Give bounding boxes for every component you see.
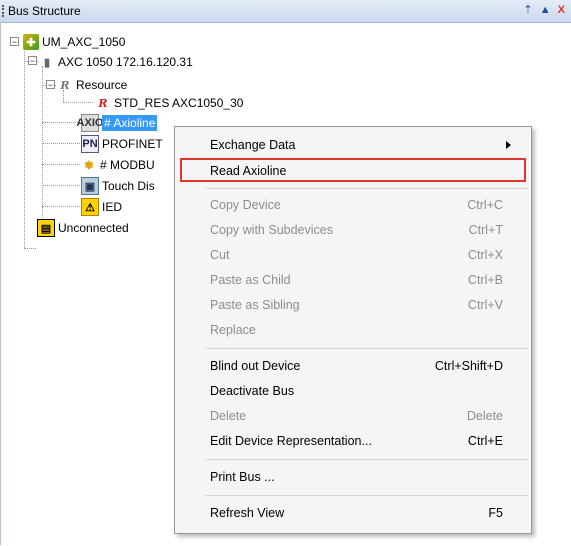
tree-guide	[42, 164, 80, 165]
highlight-annotation	[180, 158, 526, 182]
tree-guide	[42, 122, 80, 123]
tree-guide	[42, 66, 43, 236]
warning-icon: ⚠	[81, 198, 99, 216]
menu-item-label: Copy with Subdevices	[210, 223, 333, 237]
collapse-toggle[interactable]: −	[28, 56, 37, 66]
tree-node-std-res[interactable]: R STD_RES AXC1050_30	[95, 94, 243, 112]
close-icon[interactable]: X	[558, 4, 567, 16]
menu-separator	[205, 348, 528, 349]
menu-item-label: Delete	[210, 409, 247, 423]
tree-node-axioline[interactable]: AXIO # Axioline	[77, 114, 158, 132]
tree-node-label: STD_RES AXC1050_30	[114, 96, 244, 110]
grip-handle[interactable]	[2, 5, 6, 17]
menu-item-shortcut: Ctrl+T	[468, 223, 503, 237]
menu-item-shortcut: Ctrl+B	[467, 273, 503, 287]
menu-item-print-bus[interactable]: Print Bus ...	[175, 465, 531, 489]
menu-item-shortcut: F5	[488, 506, 503, 520]
menu-item-paste-sibling[interactable]: Paste as Sibling Ctrl+V	[175, 293, 531, 317]
menu-item-replace[interactable]: Replace	[175, 318, 531, 342]
resource-icon: R	[60, 78, 70, 92]
panel-title: Bus Structure	[8, 4, 81, 18]
menu-item-label: Cut	[210, 248, 230, 262]
menu-item-label: Deactivate Bus	[210, 384, 295, 398]
tree-node-unconnected[interactable]: ▤ Unconnected	[37, 219, 129, 237]
tree-node-touch[interactable]: ▣ Touch Dis	[81, 177, 155, 195]
profinet-icon: PN	[81, 135, 99, 153]
controller-icon: ▮	[43, 56, 51, 69]
context-menu: Exchange Data Read Axioline Copy Device …	[174, 126, 532, 534]
menu-item-blind-out[interactable]: Blind out Device Ctrl+Shift+D	[175, 354, 531, 378]
menu-item-label: Paste as Sibling	[210, 298, 300, 312]
menu-item-label: Edit Device Representation...	[210, 434, 372, 448]
tree-node-label: IED	[102, 200, 123, 214]
tree-guide	[63, 102, 93, 103]
menu-item-cut[interactable]: Cut Ctrl+X	[175, 243, 531, 267]
menu-item-shortcut: Delete	[466, 409, 503, 423]
modbus-icon: ✾	[84, 159, 94, 172]
axioline-icon: AXIO	[77, 114, 103, 132]
menu-item-shortcut: Ctrl+C	[467, 198, 503, 212]
tree-node-modbus[interactable]: ✾ # MODBU	[81, 156, 155, 174]
tree-node-ied[interactable]: ⚠ IED	[81, 198, 122, 216]
collapse-toggle[interactable]: −	[46, 80, 55, 90]
titlebar-controls: ⇡ ▲ X	[523, 3, 567, 16]
bus-structure-panel: Bus Structure ⇡ ▲ X − − − ✚ UM_AXC_1050 …	[0, 0, 571, 546]
menu-item-paste-child[interactable]: Paste as Child Ctrl+B	[175, 268, 531, 292]
tree-node-controller[interactable]: ▮ AXC 1050 172.16.120.31	[39, 53, 193, 71]
menu-item-label: Exchange Data	[210, 138, 296, 152]
tree-guide	[42, 206, 80, 207]
menu-separator	[205, 459, 528, 460]
menu-item-shortcut: Ctrl+E	[467, 434, 503, 448]
resource-instance-icon: R	[98, 96, 108, 110]
tree-guide	[42, 185, 80, 186]
tree-node-label: AXC 1050 172.16.120.31	[58, 55, 193, 69]
menu-item-shortcut: Ctrl+X	[467, 248, 503, 262]
tree-node-label: Unconnected	[58, 221, 129, 235]
pin-icon[interactable]: ⇡	[523, 4, 534, 16]
tree-node-resource[interactable]: R Resource	[57, 76, 127, 94]
tree-node-profinet[interactable]: PN PROFINET	[81, 135, 163, 153]
menu-item-edit-representation[interactable]: Edit Device Representation... Ctrl+E	[175, 429, 531, 453]
tree-node-label: PROFINET	[102, 137, 163, 151]
up-arrow-icon[interactable]: ▲	[540, 4, 553, 16]
tree-node-label: Touch Dis	[102, 179, 155, 193]
menu-item-label: Replace	[210, 323, 256, 337]
panel-titlebar: Bus Structure ⇡ ▲ X	[0, 0, 571, 23]
collapse-toggle[interactable]: −	[10, 37, 19, 47]
menu-separator	[205, 495, 528, 496]
touch-display-icon: ▣	[81, 177, 99, 195]
tree-node-label: # Axioline	[102, 115, 158, 131]
menu-item-shortcut: Ctrl+Shift+D	[434, 359, 503, 373]
submenu-arrow-icon	[506, 141, 511, 149]
tree-guide	[24, 43, 25, 248]
menu-item-label: Refresh View	[210, 506, 285, 520]
menu-item-exchange-data[interactable]: Exchange Data	[175, 133, 531, 157]
menu-item-refresh-view[interactable]: Refresh View F5	[175, 501, 531, 525]
menu-item-label: Copy Device	[210, 198, 281, 212]
menu-item-copy-device[interactable]: Copy Device Ctrl+C	[175, 193, 531, 217]
menu-item-label: Blind out Device	[210, 359, 301, 373]
menu-separator	[205, 188, 528, 189]
tree-guide	[24, 248, 36, 249]
menu-item-shortcut: Ctrl+V	[467, 298, 503, 312]
unconnected-icon: ▤	[37, 219, 55, 237]
device-group-icon: ✚	[23, 34, 39, 50]
tree-guide	[42, 143, 80, 144]
tree-node-label: # MODBU	[100, 158, 155, 172]
tree-node-label: UM_AXC_1050	[42, 35, 126, 49]
menu-item-copy-subdevices[interactable]: Copy with Subdevices Ctrl+T	[175, 218, 531, 242]
menu-item-deactivate-bus[interactable]: Deactivate Bus	[175, 379, 531, 403]
menu-item-delete[interactable]: Delete Delete	[175, 404, 531, 428]
tree-node-label: Resource	[76, 78, 128, 92]
menu-item-label: Print Bus ...	[210, 470, 275, 484]
tree-node-root[interactable]: ✚ UM_AXC_1050	[23, 33, 125, 51]
menu-item-label: Paste as Child	[210, 273, 291, 287]
